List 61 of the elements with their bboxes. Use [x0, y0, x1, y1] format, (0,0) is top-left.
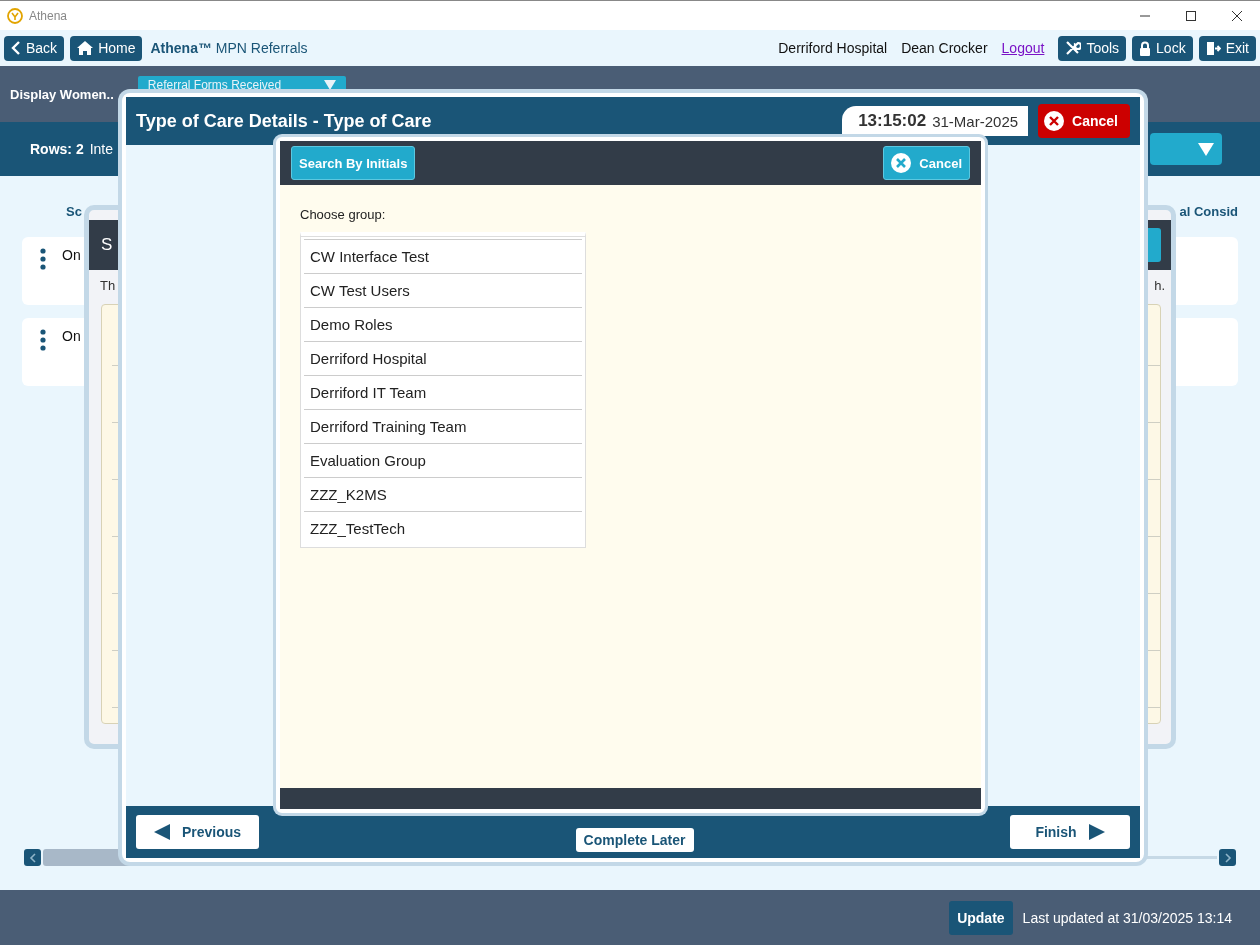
complete-later-button[interactable]: Complete Later	[575, 828, 694, 852]
group-list-item[interactable]: Demo Roles	[304, 307, 582, 341]
group-list-item[interactable]: CW Test Users	[304, 273, 582, 307]
last-updated-text: Last updated at 31/03/2025 13:14	[1022, 909, 1232, 926]
exit-button[interactable]: Exit	[1198, 35, 1256, 61]
triangle-left-icon	[154, 824, 170, 840]
group-list-item[interactable]: Evaluation Group	[304, 443, 582, 477]
tools-button[interactable]: Tools	[1058, 35, 1127, 61]
group-list-item[interactable]: ZZZ_K2MS	[304, 477, 582, 511]
view-dropdown[interactable]	[1150, 133, 1222, 165]
finish-button[interactable]: Finish	[1010, 815, 1130, 849]
time-text: 13:15:02	[858, 111, 927, 131]
group-list-item[interactable]: CW Interface Test	[304, 239, 582, 273]
row-menu-button[interactable]	[40, 248, 46, 270]
dialog-title: S	[101, 235, 113, 255]
lock-icon	[1139, 40, 1152, 56]
group-list-item[interactable]: ZZZ_TestTech	[304, 511, 582, 545]
logout-link[interactable]: Logout	[1001, 40, 1045, 56]
maximize-icon	[1185, 9, 1197, 22]
column-header: Sc	[66, 204, 82, 221]
update-button[interactable]: Update	[949, 900, 1013, 935]
date-text: 31-Mar-2025	[932, 112, 1019, 130]
home-button[interactable]: Home	[70, 35, 143, 61]
rows-bar-text: Inte	[89, 141, 114, 157]
dropdown-arrow-icon	[1198, 142, 1214, 156]
scroll-left-button[interactable]	[24, 849, 41, 866]
window-title: Athena	[29, 8, 68, 23]
more-icon	[40, 248, 46, 270]
exit-icon	[1205, 40, 1221, 56]
row-menu-button[interactable]	[40, 329, 46, 351]
more-icon	[40, 329, 46, 351]
close-icon	[1231, 9, 1243, 22]
chevron-left-icon	[28, 852, 37, 863]
choose-group-label: Choose group:	[300, 207, 387, 222]
group-list-item[interactable]: Derriford IT Team	[304, 375, 582, 409]
chevron-right-icon	[1223, 852, 1232, 863]
app-title: Athena™ MPN Referrals	[150, 40, 308, 56]
group-list-item[interactable]: Derriford Training Team	[304, 409, 582, 443]
tools-icon	[1065, 40, 1082, 56]
close-circle-icon	[1044, 111, 1065, 131]
group-list-item[interactable]: Derriford Hospital	[304, 341, 582, 375]
previous-button[interactable]: Previous	[136, 815, 260, 849]
user-name: Dean Crocker	[901, 40, 988, 56]
filter-label: Display Women..	[10, 87, 114, 102]
column-header: al Consid	[1179, 204, 1238, 221]
close-circle-icon	[891, 153, 912, 173]
cancel-button[interactable]: Cancel	[1038, 104, 1130, 138]
home-icon	[77, 41, 94, 55]
logo-icon	[7, 7, 23, 24]
chevron-left-icon	[11, 41, 21, 55]
triangle-right-icon	[1088, 824, 1105, 840]
back-button[interactable]: Back	[4, 35, 65, 61]
dialog-text: h.	[1154, 278, 1165, 295]
table-cell: On	[62, 247, 81, 263]
dialog-title: Type of Care Details - Type of Care	[136, 110, 432, 132]
table-cell: On	[62, 328, 81, 344]
hospital-name: Derriford Hospital	[778, 40, 888, 56]
lock-button[interactable]: Lock	[1132, 35, 1193, 61]
dialog-text: Th	[100, 278, 116, 295]
scroll-right-button[interactable]	[1219, 849, 1236, 866]
row-count: Rows: 2	[30, 141, 84, 157]
